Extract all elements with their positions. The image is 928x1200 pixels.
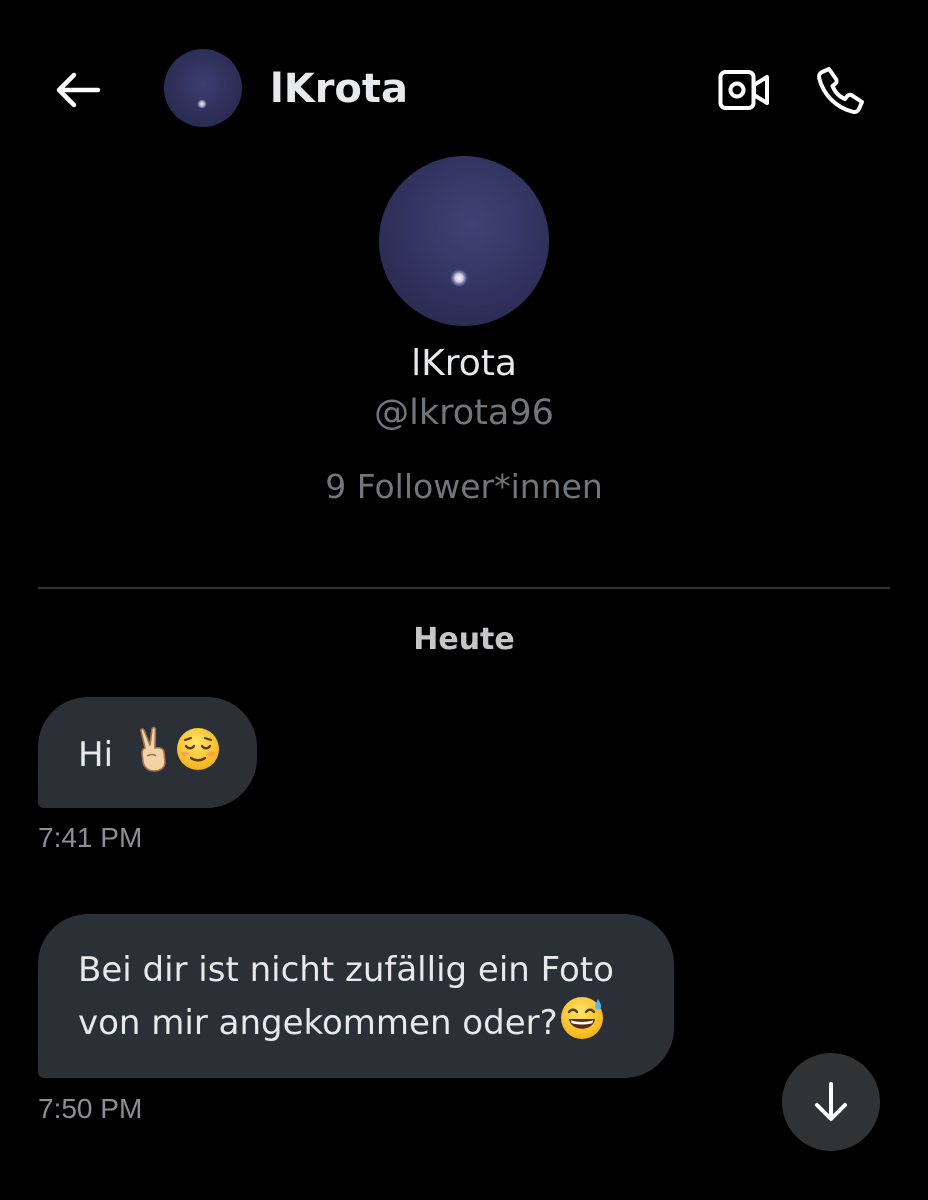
video-call-button[interactable] (706, 52, 782, 128)
profile-avatar[interactable] (379, 156, 549, 326)
date-separator: Heute (413, 622, 515, 657)
avatar-image (164, 49, 242, 127)
video-camera-icon (718, 70, 769, 110)
message-bubble[interactable]: Bei dir ist nicht zufällig ein Foto von … (38, 914, 674, 1078)
grinning-sweat-emoji (560, 996, 604, 1055)
header-title[interactable]: lKrota (270, 64, 408, 114)
message-timestamp: 7:41 PM (38, 822, 143, 853)
message-text: Bei dir ist nicht zufällig ein Foto von … (78, 950, 614, 1043)
scroll-to-bottom-button[interactable] (782, 1053, 880, 1151)
follower-count[interactable]: 9 Follower*innen (0, 465, 928, 509)
relieved-face-emoji (176, 727, 220, 786)
arrow-down-icon (815, 1082, 847, 1121)
message-text: Hi (78, 735, 114, 775)
victory-hand-emoji (136, 726, 174, 787)
message-timestamp: 7:50 PM (38, 1093, 143, 1124)
message-bubble[interactable]: Hi (38, 697, 257, 808)
avatar-image (379, 156, 549, 326)
arrow-left-icon (56, 72, 101, 108)
back-button[interactable] (40, 52, 116, 128)
divider (38, 587, 890, 589)
phone-icon (817, 67, 864, 114)
header-avatar[interactable] (164, 49, 242, 127)
voice-call-button[interactable] (803, 52, 879, 128)
profile-name: lKrota (411, 343, 517, 384)
profile-handle: @lkrota96 (374, 393, 554, 433)
